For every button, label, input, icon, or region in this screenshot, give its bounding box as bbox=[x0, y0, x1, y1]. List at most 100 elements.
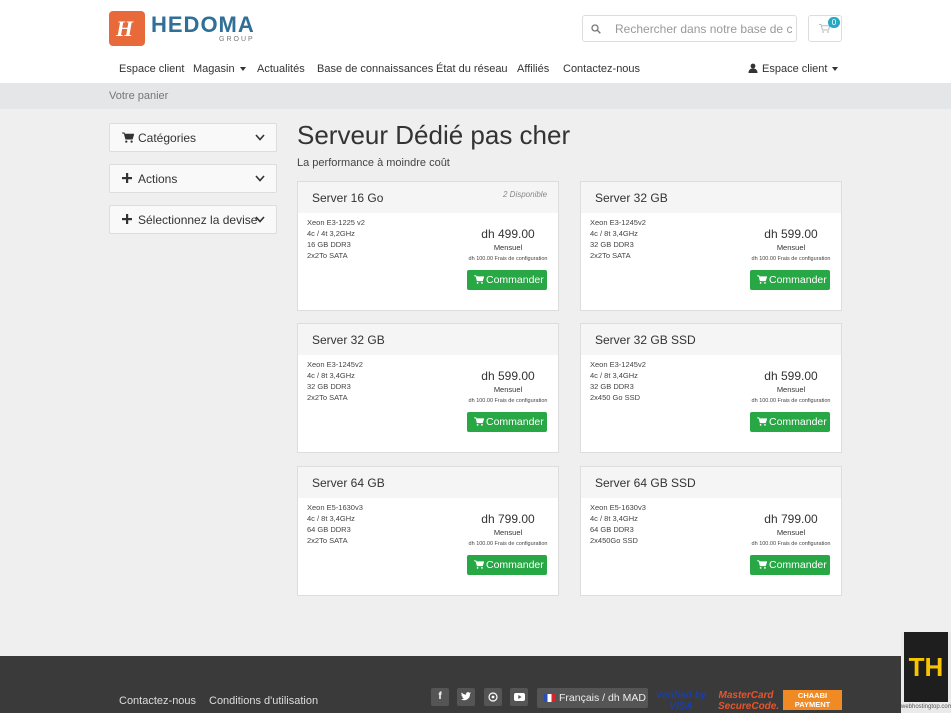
product-spec: Xeon E3-1225 v2 bbox=[307, 218, 365, 227]
language-currency-selector[interactable]: Français / dh MAD bbox=[537, 688, 648, 708]
product-card: Server 16 Go 2 Disponible Xeon E3-1225 v2 4… bbox=[297, 181, 559, 311]
whatsapp-icon[interactable] bbox=[484, 688, 502, 706]
order-button[interactable]: Commander bbox=[467, 555, 547, 575]
product-spec: 16 GB DDR3 bbox=[307, 240, 351, 249]
product-card-header: Server 64 GB bbox=[298, 467, 558, 498]
chevron-down-icon bbox=[255, 134, 265, 141]
product-name: Server 32 GB bbox=[595, 191, 668, 205]
product-spec: 2x450Go SSD bbox=[590, 536, 638, 545]
product-card-header: Server 32 GB bbox=[298, 324, 558, 355]
nav-contact[interactable]: Contactez-nous bbox=[563, 63, 640, 75]
nav-magasin[interactable]: Magasin bbox=[193, 63, 246, 75]
watermark-logo: TH bbox=[904, 632, 948, 702]
product-name: Server 32 GB SSD bbox=[595, 333, 696, 347]
order-button[interactable]: Commander bbox=[467, 270, 547, 290]
product-card-header: Server 32 GB bbox=[581, 182, 841, 213]
order-button-label: Commander bbox=[486, 274, 544, 286]
setup-fee: dh 100.00 Frais de configuration bbox=[468, 398, 548, 404]
product-spec: 4c / 8t 3,4GHz bbox=[590, 371, 638, 380]
product-spec: Xeon E3-1245v2 bbox=[590, 218, 646, 227]
sidebar-actions[interactable]: Actions bbox=[109, 164, 277, 193]
site-header: H HEDOMA GROUP 0 Espace client Magasin A… bbox=[0, 0, 951, 83]
product-spec: Xeon E5-1630v3 bbox=[307, 503, 363, 512]
order-button-label: Commander bbox=[486, 416, 544, 428]
search-input[interactable] bbox=[615, 20, 793, 38]
product-spec: Xeon E3-1245v2 bbox=[307, 360, 363, 369]
product-card: Server 64 GB Xeon E5-1630v3 4c / 8t 3,4GHz… bbox=[297, 466, 559, 596]
chaabi-payment-logo: CHAABI PAYMENT bbox=[783, 690, 842, 710]
cart-count-badge: 0 bbox=[828, 17, 840, 28]
youtube-icon[interactable] bbox=[510, 688, 528, 706]
chevron-down-icon bbox=[255, 216, 265, 223]
product-name: Server 64 GB bbox=[312, 476, 385, 490]
logo-mark: H bbox=[109, 11, 145, 46]
cart-icon bbox=[757, 275, 767, 284]
order-button[interactable]: Commander bbox=[750, 412, 830, 432]
product-availability: 2 Disponible bbox=[503, 190, 548, 199]
cart-icon bbox=[757, 560, 767, 569]
nav-espace-client[interactable]: Espace client bbox=[119, 63, 184, 75]
nav-knowledgebase[interactable]: Base de connaissances bbox=[317, 63, 433, 75]
nav-account-menu[interactable]: Espace client bbox=[748, 63, 839, 75]
nav-affiliates[interactable]: Affiliés bbox=[517, 63, 549, 75]
search-icon bbox=[591, 24, 601, 34]
search-box[interactable] bbox=[582, 15, 797, 42]
footer-link-contact[interactable]: Contactez-nous bbox=[119, 695, 196, 707]
product-price: dh 799.00 bbox=[481, 512, 535, 526]
order-button[interactable]: Commander bbox=[467, 412, 547, 432]
product-price: dh 599.00 bbox=[481, 369, 535, 383]
product-card: Server 32 GB Xeon E3-1245v2 4c / 8t 3,4GHz… bbox=[297, 323, 559, 453]
breadcrumb[interactable]: Votre panier bbox=[109, 90, 168, 102]
order-button[interactable]: Commander bbox=[750, 270, 830, 290]
product-name: Server 32 GB bbox=[312, 333, 385, 347]
order-button-label: Commander bbox=[769, 559, 827, 571]
verified-by-visa-logo: Verified by VISA bbox=[655, 690, 707, 712]
product-price: dh 599.00 bbox=[764, 227, 818, 241]
product-card-header: Server 16 Go 2 Disponible bbox=[298, 182, 558, 213]
user-icon bbox=[748, 63, 758, 73]
billing-cycle: Mensuel bbox=[493, 385, 523, 394]
logo-sub: GROUP bbox=[219, 36, 255, 43]
setup-fee: dh 100.00 Frais de configuration bbox=[468, 256, 548, 262]
sidebar-currency[interactable]: Sélectionnez la devise bbox=[109, 205, 277, 234]
product-price: dh 799.00 bbox=[764, 512, 818, 526]
twitter-icon[interactable] bbox=[457, 688, 475, 706]
mastercard-securecode-logo: MasterCard SecureCode. bbox=[718, 690, 780, 712]
product-price: dh 599.00 bbox=[764, 369, 818, 383]
caret-down-icon bbox=[832, 67, 839, 72]
product-card: Server 64 GB SSD Xeon E5-1630v3 4c / 8t 3,… bbox=[580, 466, 842, 596]
footer-link-terms[interactable]: Conditions d'utilisation bbox=[209, 695, 318, 707]
nav-actualites[interactable]: Actualités bbox=[257, 63, 305, 75]
product-spec: 4c / 8t 3,4GHz bbox=[307, 371, 355, 380]
product-card: Server 32 GB Xeon E3-1245v2 4c / 8t 3,4GHz… bbox=[580, 181, 842, 311]
product-spec: 64 GB DDR3 bbox=[307, 525, 351, 534]
plus-icon bbox=[122, 214, 132, 224]
hedoma-logo[interactable]: H HEDOMA GROUP bbox=[109, 11, 255, 47]
sidebar-categories[interactable]: Catégories bbox=[109, 123, 277, 152]
product-spec: 2x450 Go SSD bbox=[590, 393, 641, 402]
order-button-label: Commander bbox=[486, 559, 544, 571]
product-spec: 2x2To SATA bbox=[307, 393, 348, 402]
logo-name: HEDOMA bbox=[151, 12, 255, 37]
cart-icon bbox=[474, 560, 484, 569]
product-spec: 2x2To SATA bbox=[590, 251, 631, 260]
order-button-label: Commander bbox=[769, 416, 827, 428]
breadcrumb-bar: Votre panier bbox=[0, 83, 951, 109]
nav-network-status[interactable]: État du réseau bbox=[436, 63, 508, 75]
product-spec: 2x2To SATA bbox=[307, 251, 348, 260]
cart-button[interactable]: 0 bbox=[808, 15, 842, 42]
product-spec: 32 GB DDR3 bbox=[590, 240, 634, 249]
product-spec: Xeon E5-1630v3 bbox=[590, 503, 646, 512]
site-footer: Contactez-nous Conditions d'utilisation … bbox=[0, 656, 951, 713]
product-card-header: Server 32 GB SSD bbox=[581, 324, 841, 355]
product-name: Server 16 Go bbox=[312, 191, 384, 205]
product-price: dh 499.00 bbox=[481, 227, 535, 241]
facebook-icon[interactable]: f bbox=[431, 688, 449, 706]
page-title: Serveur Dédié pas cher bbox=[297, 120, 571, 150]
cart-icon bbox=[757, 417, 767, 426]
order-button[interactable]: Commander bbox=[750, 555, 830, 575]
setup-fee: dh 100.00 Frais de configuration bbox=[468, 541, 548, 547]
product-spec: 4c / 4t 3,2GHz bbox=[307, 229, 355, 238]
product-card-header: Server 64 GB SSD bbox=[581, 467, 841, 498]
product-spec: 4c / 8t 3,4GHz bbox=[590, 229, 638, 238]
